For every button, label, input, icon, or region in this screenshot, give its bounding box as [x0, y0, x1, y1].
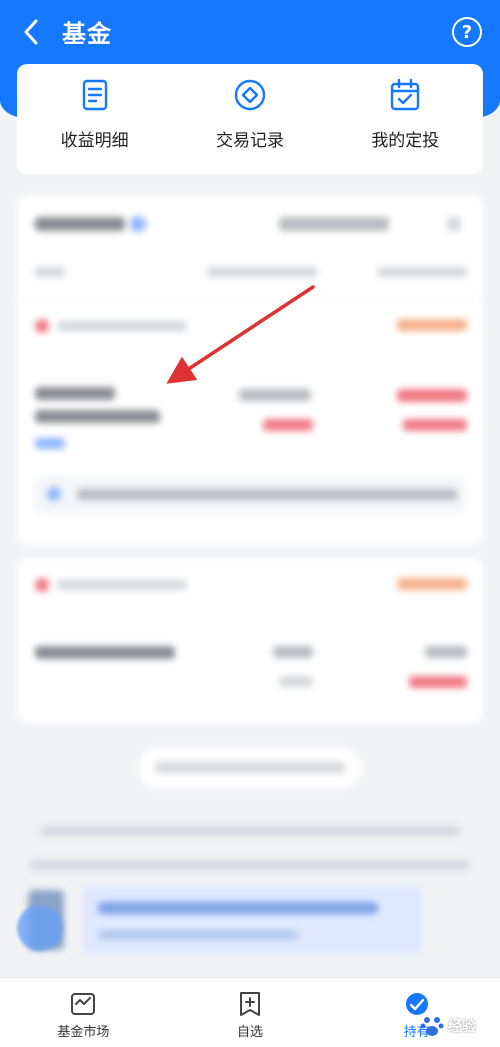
- shortcut-my-auto-invest[interactable]: 我的定投: [328, 64, 483, 174]
- watermark-text: 经验: [448, 1019, 476, 1035]
- chevron-left-icon: [24, 19, 38, 45]
- baidu-jingyan-watermark: 经验: [419, 1013, 476, 1039]
- calendar-check-icon: [391, 78, 420, 111]
- floating-assistant-button[interactable]: [17, 905, 63, 951]
- holdings-card-blurred: [17, 195, 483, 545]
- diamond-circle-icon: [234, 79, 266, 111]
- bookmark-plus-icon: [240, 992, 260, 1016]
- shortcut-income-details[interactable]: 收益明细: [17, 64, 172, 174]
- document-list-icon: [82, 79, 107, 111]
- shortcut-label: 交易记录: [215, 131, 284, 151]
- question-circle-icon: ?: [461, 21, 473, 43]
- help-button[interactable]: ?: [452, 17, 482, 47]
- nav-fund-market[interactable]: 基金市场: [0, 978, 167, 1047]
- page-title: 基金: [62, 20, 112, 48]
- shortcut-transaction-records[interactable]: 交易记录: [172, 64, 327, 174]
- nav-label: 基金市场: [57, 1025, 110, 1040]
- holdings-card-blurred: [17, 558, 483, 723]
- shortcut-card: 收益明细 交易记录 我的定投: [17, 64, 483, 174]
- nav-label: 自选: [237, 1025, 264, 1040]
- shortcut-label: 收益明细: [60, 131, 129, 151]
- back-button[interactable]: [18, 18, 44, 46]
- nav-watchlist[interactable]: 自选: [167, 978, 334, 1047]
- market-chart-icon: [71, 993, 96, 1015]
- shortcut-label: 我的定投: [371, 131, 440, 151]
- paw-logo-icon: [420, 1017, 444, 1036]
- app-header: 基金 ?: [0, 0, 500, 64]
